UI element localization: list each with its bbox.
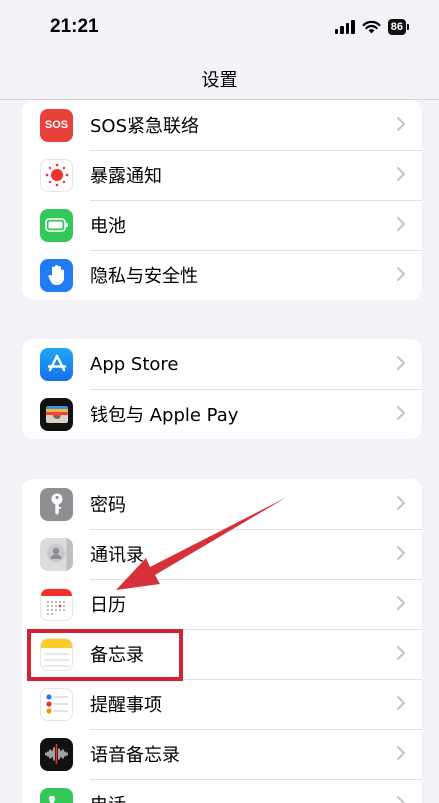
sos-icon-text: SOS <box>44 119 69 131</box>
chevron-right-icon <box>397 117 405 131</box>
chevron-right-icon <box>397 356 405 370</box>
chevron-right-icon <box>397 406 405 420</box>
settings-row-battery[interactable]: 电池 <box>22 200 422 250</box>
page-title: 设置 <box>201 70 238 91</box>
key-icon <box>40 487 73 521</box>
exposure-notification-icon <box>40 158 73 192</box>
settings-row-voice-memos[interactable]: 语音备忘录 <box>22 729 422 779</box>
settings-row-passwords[interactable]: 密码 <box>22 479 422 529</box>
wallet-icon <box>40 397 73 431</box>
chevron-right-icon <box>397 646 405 660</box>
settings-row-phone[interactable]: 电话 <box>22 779 422 803</box>
settings-group-2: App Store 钱包与 Apple Pay <box>22 339 422 439</box>
chevron-right-icon <box>397 496 405 510</box>
settings-row-calendar[interactable]: 日历 <box>22 579 422 629</box>
sos-icon: SOS <box>40 108 73 142</box>
voice-memos-icon <box>40 737 73 771</box>
battery-cap <box>407 24 409 30</box>
battery-icon <box>40 208 73 242</box>
settings-row-reminders[interactable]: 提醒事项 <box>22 679 422 729</box>
app-store-icon <box>40 347 73 381</box>
wifi-icon <box>362 20 381 34</box>
settings-row-exposure[interactable]: 暴露通知 <box>22 150 422 200</box>
status-bar: 21:21 86 <box>0 0 439 58</box>
battery-indicator: 86 <box>387 19 409 35</box>
row-label: 日历 <box>90 595 126 616</box>
navigation-bar: 设置 <box>0 58 439 100</box>
status-time: 21:21 <box>50 16 99 37</box>
row-label: 电池 <box>90 216 126 237</box>
chevron-right-icon <box>397 746 405 760</box>
row-label: 钱包与 Apple Pay <box>90 405 239 426</box>
chevron-right-icon <box>397 596 405 610</box>
battery-level: 86 <box>387 19 406 35</box>
row-label: 暴露通知 <box>90 166 162 187</box>
cellular-signal-icon <box>334 20 355 34</box>
row-label: SOS紧急联络 <box>90 116 200 137</box>
row-label: 通讯录 <box>90 545 144 566</box>
row-label: 提醒事项 <box>90 695 162 716</box>
chevron-right-icon <box>397 217 405 231</box>
settings-row-sos[interactable]: SOS SOS紧急联络 <box>22 100 422 150</box>
chevron-right-icon <box>397 796 405 803</box>
settings-row-app-store[interactable]: App Store <box>22 339 422 389</box>
row-label: 密码 <box>90 495 126 516</box>
calendar-icon <box>40 587 73 621</box>
row-label: App Store <box>90 353 179 375</box>
reminders-icon <box>40 687 73 721</box>
settings-row-wallet[interactable]: 钱包与 Apple Pay <box>22 389 422 439</box>
chevron-right-icon <box>397 696 405 710</box>
annotation-highlight-box <box>27 629 183 681</box>
chevron-right-icon <box>397 267 405 281</box>
chevron-right-icon <box>397 546 405 560</box>
row-label: 语音备忘录 <box>90 745 180 766</box>
settings-row-privacy[interactable]: 隐私与安全性 <box>22 250 422 300</box>
status-icons: 86 <box>334 19 409 35</box>
chevron-right-icon <box>397 167 405 181</box>
row-label: 隐私与安全性 <box>90 266 198 287</box>
settings-group-1: SOS SOS紧急联络 暴露通知 电池 隐私与安全性 <box>22 100 422 300</box>
phone-icon <box>40 787 73 803</box>
settings-row-contacts[interactable]: 通讯录 <box>22 529 422 579</box>
row-label: 电话 <box>90 791 126 803</box>
contacts-icon <box>40 537 73 571</box>
hand-icon <box>40 258 73 292</box>
